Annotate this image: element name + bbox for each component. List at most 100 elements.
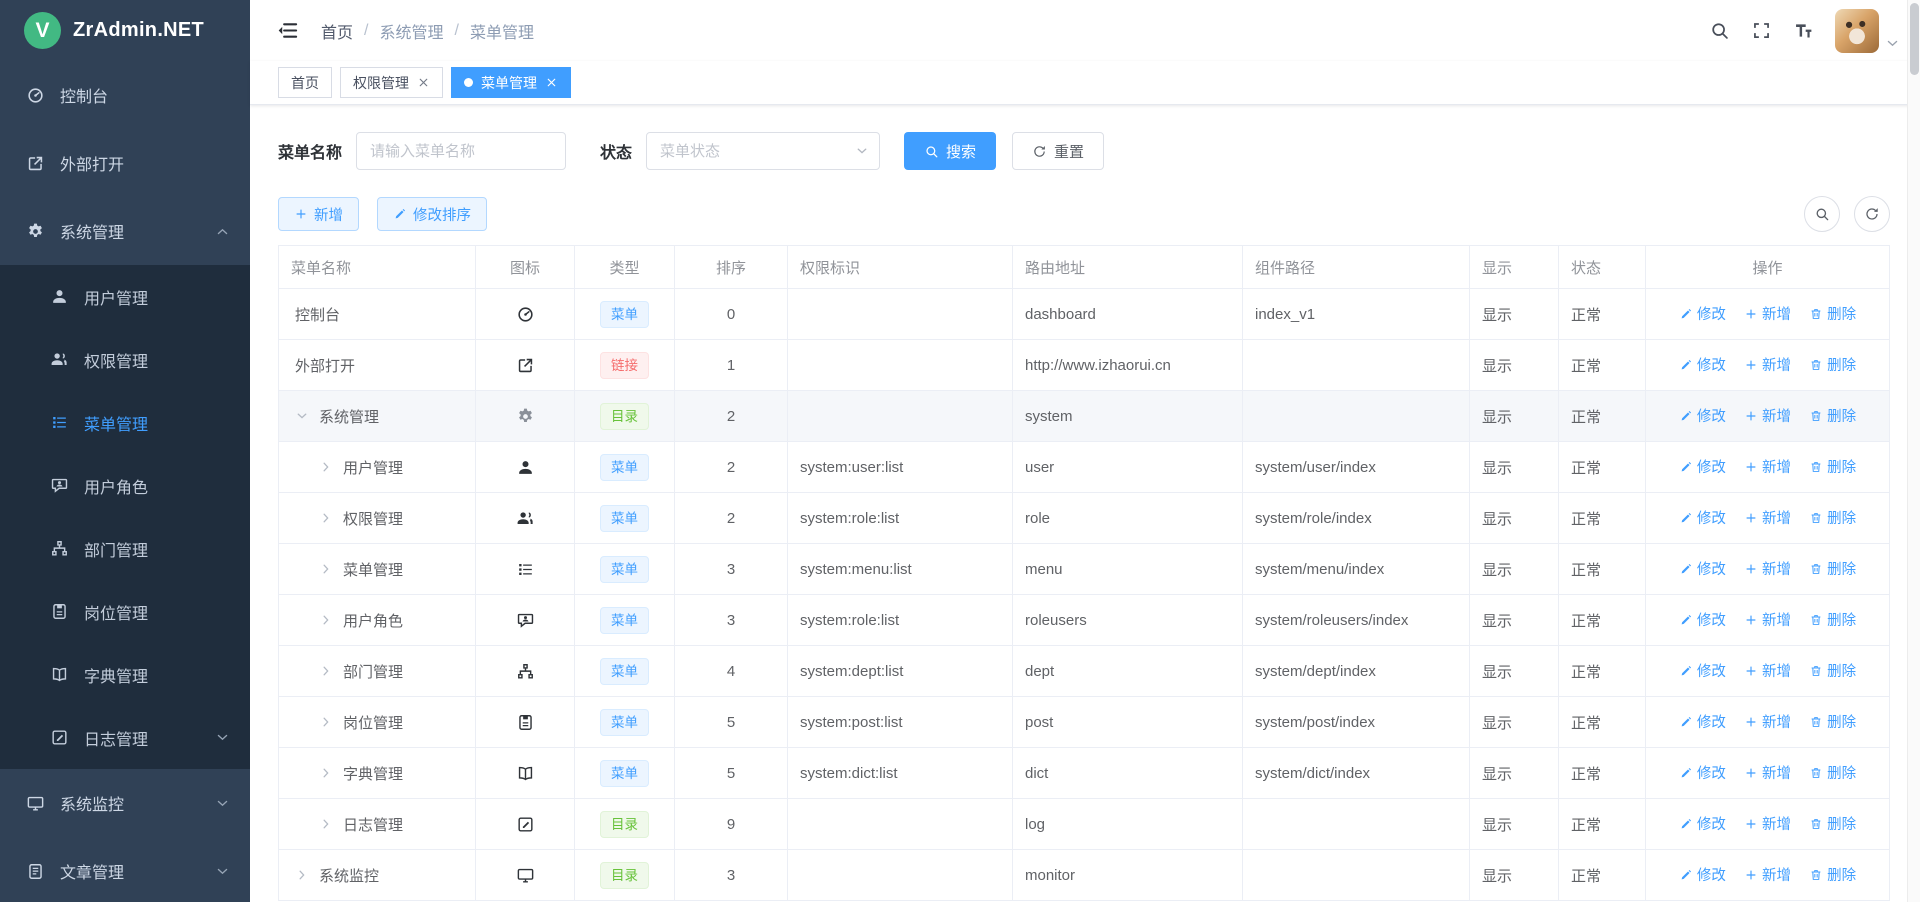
expand-row-icon[interactable]	[319, 562, 343, 576]
sidebar-item-system-monitor[interactable]: 系统监控	[0, 769, 250, 837]
edit-row-button[interactable]: 修改	[1679, 762, 1726, 783]
breadcrumb-home[interactable]: 首页	[321, 19, 353, 43]
add-row-button[interactable]: 新增	[1744, 354, 1791, 375]
scrollbar-thumb[interactable]	[1910, 3, 1919, 75]
close-icon[interactable]	[417, 76, 430, 89]
table-row[interactable]: 字典管理 菜单 5 system:dict:list dict system/d…	[279, 748, 1890, 799]
sidebar-item-post-management[interactable]: 岗位管理	[0, 580, 250, 643]
tab-permission-management[interactable]: 权限管理	[340, 67, 443, 98]
expand-row-icon[interactable]	[319, 817, 343, 831]
edit-row-button[interactable]: 修改	[1679, 711, 1726, 732]
delete-row-button[interactable]: 删除	[1809, 405, 1856, 426]
delete-row-button[interactable]: 删除	[1809, 660, 1856, 681]
add-row-button[interactable]: 新增	[1744, 711, 1791, 732]
sidebar-item-label: 用户管理	[84, 285, 148, 309]
add-button[interactable]: 新增	[278, 197, 359, 231]
edit-row-button[interactable]: 修改	[1679, 405, 1726, 426]
add-row-button[interactable]: 新增	[1744, 405, 1791, 426]
edit-row-button[interactable]: 修改	[1679, 303, 1726, 324]
edit-row-button[interactable]: 修改	[1679, 864, 1726, 885]
delete-row-button[interactable]: 删除	[1809, 864, 1856, 885]
add-row-button[interactable]: 新增	[1744, 864, 1791, 885]
sidebar-item-menu-management[interactable]: 菜单管理	[0, 391, 250, 454]
expand-row-icon[interactable]	[319, 766, 343, 780]
status-select[interactable]	[646, 132, 880, 170]
delete-row-button[interactable]: 删除	[1809, 762, 1856, 783]
edit-row-button[interactable]: 修改	[1679, 813, 1726, 834]
sidebar-toggle-icon[interactable]	[276, 19, 299, 42]
table-row[interactable]: 控制台 菜单 0 dashboard index_v1 显示 正常 修改 新增 …	[279, 289, 1890, 340]
search-icon[interactable]	[1709, 20, 1730, 41]
delete-row-button[interactable]: 删除	[1809, 609, 1856, 630]
add-row-button[interactable]: 新增	[1744, 507, 1791, 528]
breadcrumb-system[interactable]: 系统管理	[379, 19, 443, 43]
collapse-row-icon[interactable]	[295, 409, 319, 423]
sidebar-item-external-open[interactable]: 外部打开	[0, 129, 250, 197]
delete-row-button[interactable]: 删除	[1809, 354, 1856, 375]
table-row[interactable]: 权限管理 菜单 2 system:role:list role system/r…	[279, 493, 1890, 544]
menu-name-input[interactable]	[356, 132, 566, 170]
delete-row-button[interactable]: 删除	[1809, 303, 1856, 324]
add-row-button[interactable]: 新增	[1744, 762, 1791, 783]
sidebar-item-dept-management[interactable]: 部门管理	[0, 517, 250, 580]
edit-row-button[interactable]: 修改	[1679, 354, 1726, 375]
toggle-search-button[interactable]	[1804, 196, 1840, 232]
table-row[interactable]: 用户角色 菜单 3 system:role:list roleusers sys…	[279, 595, 1890, 646]
add-row-button[interactable]: 新增	[1744, 456, 1791, 477]
expand-row-icon[interactable]	[295, 868, 319, 882]
expand-row-icon[interactable]	[319, 613, 343, 627]
fullscreen-icon[interactable]	[1751, 20, 1772, 41]
add-row-button[interactable]: 新增	[1744, 303, 1791, 324]
table-row[interactable]: 系统监控 目录 3 monitor 显示 正常 修改 新增 删除	[279, 850, 1890, 901]
cell-menu-name: 权限管理	[343, 508, 403, 529]
edit-sort-button[interactable]: 修改排序	[377, 197, 487, 231]
cell-order: 5	[675, 748, 788, 799]
table-row[interactable]: 系统管理 目录 2 system 显示 正常 修改 新增 删除	[279, 391, 1890, 442]
sidebar-item-system-management[interactable]: 系统管理	[0, 197, 250, 265]
sidebar-item-article-management[interactable]: 文章管理	[0, 837, 250, 902]
table-row[interactable]: 岗位管理 菜单 5 system:post:list post system/p…	[279, 697, 1890, 748]
table-row[interactable]: 部门管理 菜单 4 system:dept:list dept system/d…	[279, 646, 1890, 697]
scrollbar-track[interactable]	[1907, 0, 1920, 902]
edit-row-button[interactable]: 修改	[1679, 456, 1726, 477]
user-menu[interactable]	[1835, 9, 1900, 53]
add-row-button[interactable]: 新增	[1744, 813, 1791, 834]
col-menu-name: 菜单名称	[279, 246, 476, 289]
sidebar-item-log-management[interactable]: 日志管理	[0, 706, 250, 769]
edit-row-button[interactable]: 修改	[1679, 609, 1726, 630]
table-row[interactable]: 外部打开 链接 1 http://www.izhaorui.cn 显示 正常 修…	[279, 340, 1890, 391]
cell-component	[1243, 340, 1470, 391]
delete-row-button[interactable]: 删除	[1809, 813, 1856, 834]
delete-row-button[interactable]: 删除	[1809, 558, 1856, 579]
edit-row-button[interactable]: 修改	[1679, 660, 1726, 681]
expand-row-icon[interactable]	[319, 715, 343, 729]
add-row-button[interactable]: 新增	[1744, 660, 1791, 681]
add-row-button[interactable]: 新增	[1744, 609, 1791, 630]
sidebar-item-dict-management[interactable]: 字典管理	[0, 643, 250, 706]
delete-row-button[interactable]: 删除	[1809, 456, 1856, 477]
expand-row-icon[interactable]	[319, 511, 343, 525]
table-row[interactable]: 用户管理 菜单 2 system:user:list user system/u…	[279, 442, 1890, 493]
expand-row-icon[interactable]	[319, 664, 343, 678]
tab-menu-management[interactable]: 菜单管理	[451, 67, 571, 98]
reset-button[interactable]: 重置	[1012, 132, 1104, 170]
add-row-button[interactable]: 新增	[1744, 558, 1791, 579]
close-icon[interactable]	[545, 76, 558, 89]
tab-home[interactable]: 首页	[278, 67, 332, 98]
sidebar-item-console[interactable]: 控制台	[0, 61, 250, 129]
table-row[interactable]: 菜单管理 菜单 3 system:menu:list menu system/m…	[279, 544, 1890, 595]
refresh-table-button[interactable]	[1854, 196, 1890, 232]
edit-row-button[interactable]: 修改	[1679, 558, 1726, 579]
avatar[interactable]	[1835, 9, 1879, 53]
table-row[interactable]: 日志管理 目录 9 log 显示 正常 修改 新增 删除	[279, 799, 1890, 850]
sidebar-item-user-management[interactable]: 用户管理	[0, 265, 250, 328]
edit-row-button[interactable]: 修改	[1679, 507, 1726, 528]
sidebar-item-user-role[interactable]: 用户角色	[0, 454, 250, 517]
delete-row-button[interactable]: 删除	[1809, 711, 1856, 732]
expand-row-icon[interactable]	[319, 460, 343, 474]
status-select-input[interactable]	[646, 132, 880, 170]
font-size-icon[interactable]	[1793, 20, 1814, 41]
sidebar-item-permission-management[interactable]: 权限管理	[0, 328, 250, 391]
delete-row-button[interactable]: 删除	[1809, 507, 1856, 528]
search-button[interactable]: 搜索	[904, 132, 996, 170]
